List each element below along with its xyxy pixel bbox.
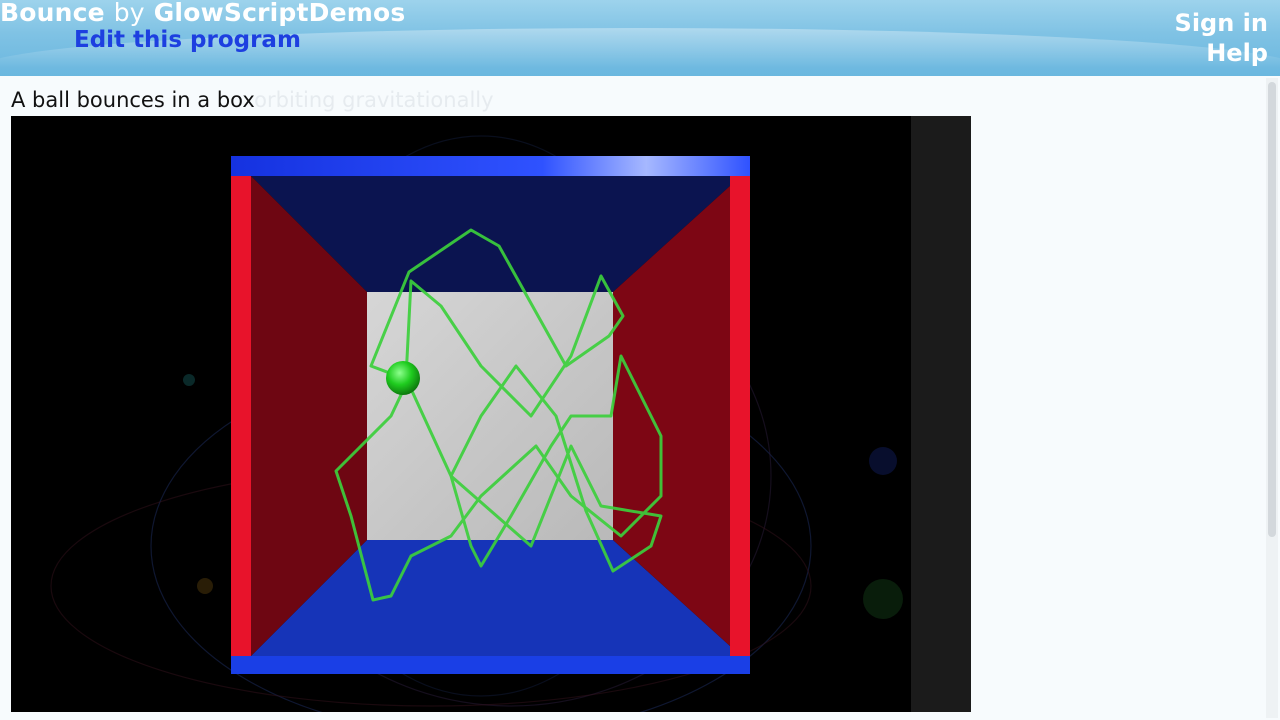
help-link[interactable]: Help [1175, 38, 1268, 68]
account-links: Sign in Help [1175, 8, 1268, 68]
scene-3d[interactable] [11, 116, 971, 712]
edit-program-link[interactable]: Edit this program [74, 27, 301, 53]
right-wall-edge [730, 176, 750, 656]
left-wall-edge [231, 176, 251, 656]
glowscript-canvas[interactable] [11, 116, 971, 712]
bouncing-ball [386, 361, 420, 395]
author-link[interactable]: GlowScriptDemos [154, 0, 406, 27]
page-scrollbar[interactable] [1266, 78, 1278, 718]
program-name: Bounce [0, 0, 105, 27]
header-bar: Bounce by GlowScriptDemos Edit this prog… [0, 0, 1280, 76]
program-title: Bounce by GlowScriptDemos [0, 0, 405, 27]
scrollbar-thumb[interactable] [1268, 82, 1276, 537]
by-label: by [113, 0, 145, 27]
box-walls [231, 156, 750, 674]
bottom-wall-edge [231, 656, 750, 674]
top-wall-edge [231, 156, 750, 176]
sign-in-link[interactable]: Sign in [1175, 8, 1268, 38]
ghost-description-tail: orbiting gravitationally [254, 88, 494, 112]
program-description: A ball bounces in a box [11, 88, 255, 112]
